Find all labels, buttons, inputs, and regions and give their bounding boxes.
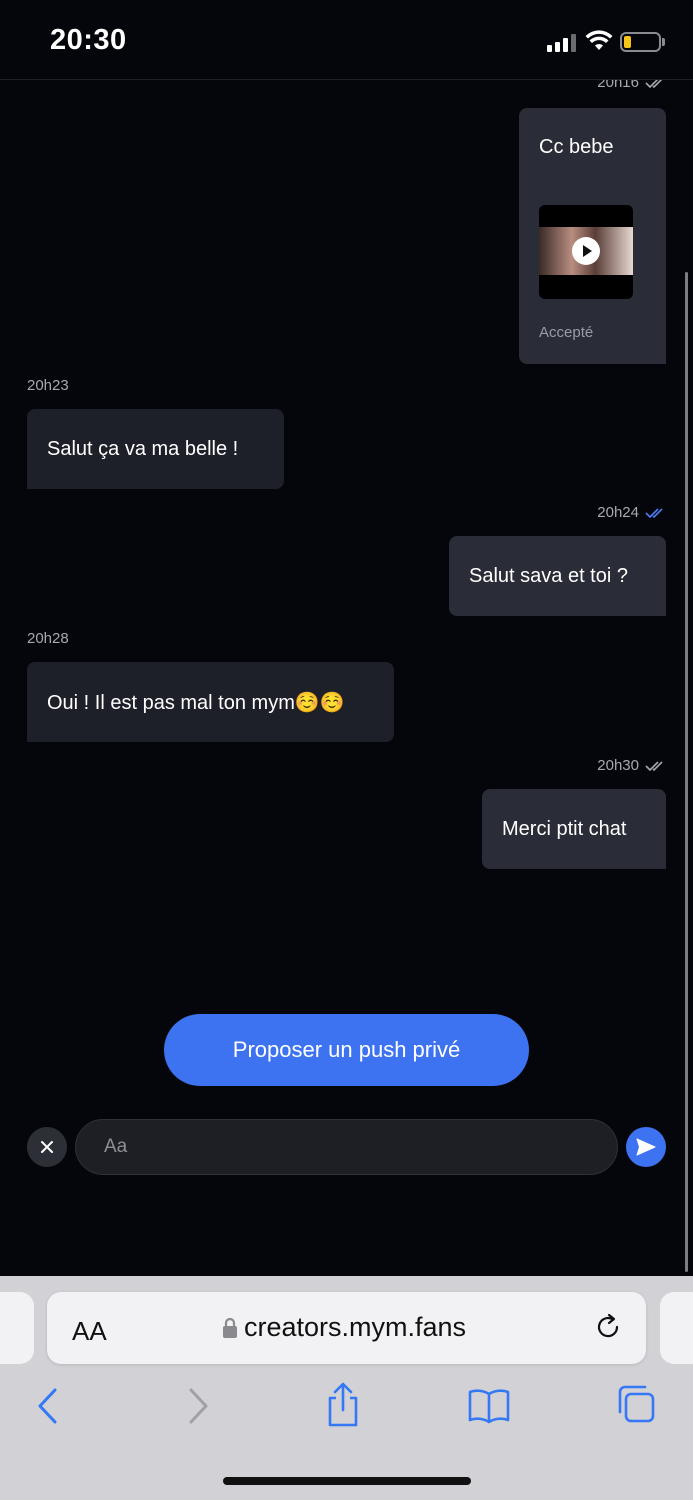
incoming-message-bubble[interactable]: Salut ça va ma belle !	[27, 409, 284, 489]
double-check-icon	[645, 760, 663, 771]
message-timestamp: 20h28	[27, 630, 69, 647]
media-message-bubble[interactable]: Cc bebe Accepté	[519, 108, 666, 364]
tabs-icon[interactable]	[616, 1384, 656, 1424]
text-size-button[interactable]: AA	[72, 1316, 107, 1347]
outgoing-message-bubble[interactable]: Merci ptit chat	[482, 789, 666, 869]
address-bar[interactable]: AA creators.mym.fans	[47, 1292, 646, 1364]
send-button[interactable]	[626, 1127, 666, 1167]
chat-thread[interactable]: 20h16 Cc bebe Accepté 20h23 Salut ça va …	[0, 80, 693, 1276]
double-check-icon	[645, 80, 662, 88]
back-icon[interactable]	[35, 1386, 61, 1426]
message-text: Salut ça va ma belle !	[47, 437, 239, 460]
media-status: Accepté	[539, 324, 594, 341]
lock-icon	[223, 1317, 237, 1338]
message-timestamp: 20h16	[597, 80, 665, 91]
status-bar: 20:30	[0, 0, 693, 80]
message-timestamp: 20h23	[27, 377, 69, 394]
url-text: creators.mym.fans	[244, 1312, 467, 1342]
send-icon	[636, 1138, 656, 1156]
message-input-placeholder: Aa	[104, 1136, 128, 1157]
message-timestamp: 20h24	[597, 504, 665, 521]
message-text: Merci ptit chat	[502, 817, 627, 840]
battery-icon	[620, 32, 661, 52]
home-indicator[interactable]	[223, 1477, 471, 1485]
forward-icon[interactable]	[185, 1386, 211, 1426]
next-tab-preview[interactable]	[660, 1292, 693, 1364]
play-icon[interactable]	[572, 237, 600, 265]
message-text: Salut sava et toi ?	[469, 564, 628, 587]
signal-icon	[547, 34, 577, 52]
scrollbar[interactable]	[685, 272, 688, 1272]
media-message-text: Cc bebe	[539, 136, 614, 158]
previous-tab-preview[interactable]	[0, 1292, 34, 1364]
share-icon[interactable]	[325, 1382, 361, 1428]
bookmarks-icon[interactable]	[468, 1388, 510, 1424]
video-thumbnail[interactable]	[539, 205, 633, 299]
message-input[interactable]: Aa	[75, 1119, 618, 1175]
reload-icon[interactable]	[593, 1312, 623, 1342]
close-icon	[41, 1141, 53, 1153]
message-text: Oui ! Il est pas mal ton mym☺️☺️	[47, 691, 345, 714]
outgoing-message-bubble[interactable]: Salut sava et toi ?	[449, 536, 666, 616]
close-button[interactable]	[27, 1127, 67, 1167]
browser-toolbar: AA creators.mym.fans	[0, 1276, 693, 1500]
incoming-message-bubble[interactable]: Oui ! Il est pas mal ton mym☺️☺️	[27, 662, 394, 742]
double-check-icon	[645, 507, 663, 518]
status-time: 20:30	[50, 24, 127, 56]
propose-private-push-button[interactable]: Proposer un push privé	[164, 1014, 529, 1086]
wifi-icon	[585, 30, 613, 50]
message-timestamp: 20h30	[597, 757, 665, 774]
url-display[interactable]: creators.mym.fans	[222, 1312, 466, 1343]
